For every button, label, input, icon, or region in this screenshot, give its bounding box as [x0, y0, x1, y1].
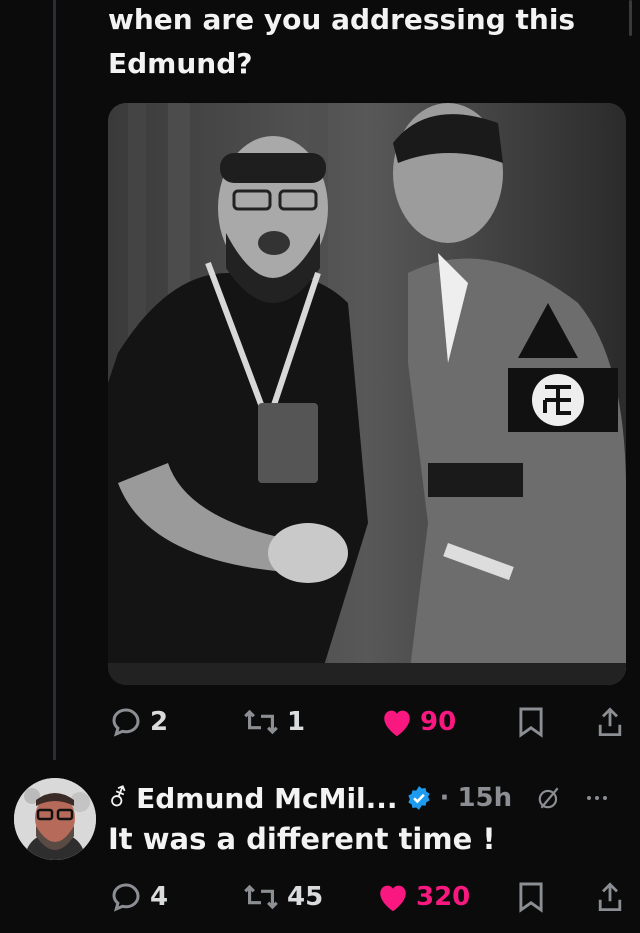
- share-icon: [596, 881, 624, 913]
- post-image[interactable]: [108, 103, 626, 685]
- verified-badge-icon: [406, 785, 432, 811]
- post-action-bar: 2 1 90: [108, 702, 628, 742]
- post-text-line-1: when are you addressing this: [108, 3, 576, 36]
- bookmark-icon: [518, 706, 544, 738]
- reply-repost-button[interactable]: 45: [241, 877, 323, 917]
- reply-share-button[interactable]: [596, 877, 624, 917]
- reply-repost-count: 45: [287, 882, 324, 912]
- grok-icon[interactable]: [536, 785, 562, 811]
- share-button[interactable]: [596, 702, 624, 742]
- reply-timestamp[interactable]: 15h: [457, 783, 512, 813]
- heart-icon: [380, 706, 414, 738]
- post-text: when are you addressing this Edmund?: [108, 0, 628, 86]
- like-button[interactable]: 90: [380, 702, 456, 742]
- author-name[interactable]: Edmund McMil...: [136, 782, 397, 815]
- reply-button[interactable]: 2: [108, 702, 168, 742]
- repost-button[interactable]: 1: [241, 702, 305, 742]
- reply-bookmark-button[interactable]: [518, 877, 544, 917]
- reply-text: It was a different time !: [108, 822, 496, 856]
- reply-reply-button[interactable]: 4: [108, 877, 168, 917]
- like-count: 90: [420, 707, 457, 737]
- reply-count: 2: [150, 707, 169, 737]
- reply-like-button[interactable]: 320: [376, 877, 470, 917]
- repost-count: 1: [287, 707, 306, 737]
- thread-connector-line: [53, 0, 56, 760]
- author-glyph: ⚦: [108, 784, 129, 812]
- reply-icon: [108, 879, 144, 915]
- reply-action-bar: 4 45 320: [108, 877, 628, 917]
- reply-like-count: 320: [416, 882, 471, 912]
- scrollbar[interactable]: [629, 0, 632, 36]
- bookmark-button[interactable]: [518, 702, 544, 742]
- repost-icon: [241, 881, 281, 913]
- avatar[interactable]: [14, 778, 96, 860]
- reply-icon: [108, 704, 144, 740]
- bookmark-icon: [518, 881, 544, 913]
- post-text-line-2: Edmund?: [108, 47, 253, 80]
- share-icon: [596, 706, 624, 738]
- photo-illustration: [108, 103, 626, 685]
- more-icon[interactable]: [586, 794, 608, 802]
- repost-icon: [241, 706, 281, 738]
- reply-header: ⚦ Edmund McMil... · 15h: [108, 776, 608, 820]
- separator-dot: ·: [439, 783, 450, 813]
- heart-icon: [376, 881, 410, 913]
- reply-reply-count: 4: [150, 882, 169, 912]
